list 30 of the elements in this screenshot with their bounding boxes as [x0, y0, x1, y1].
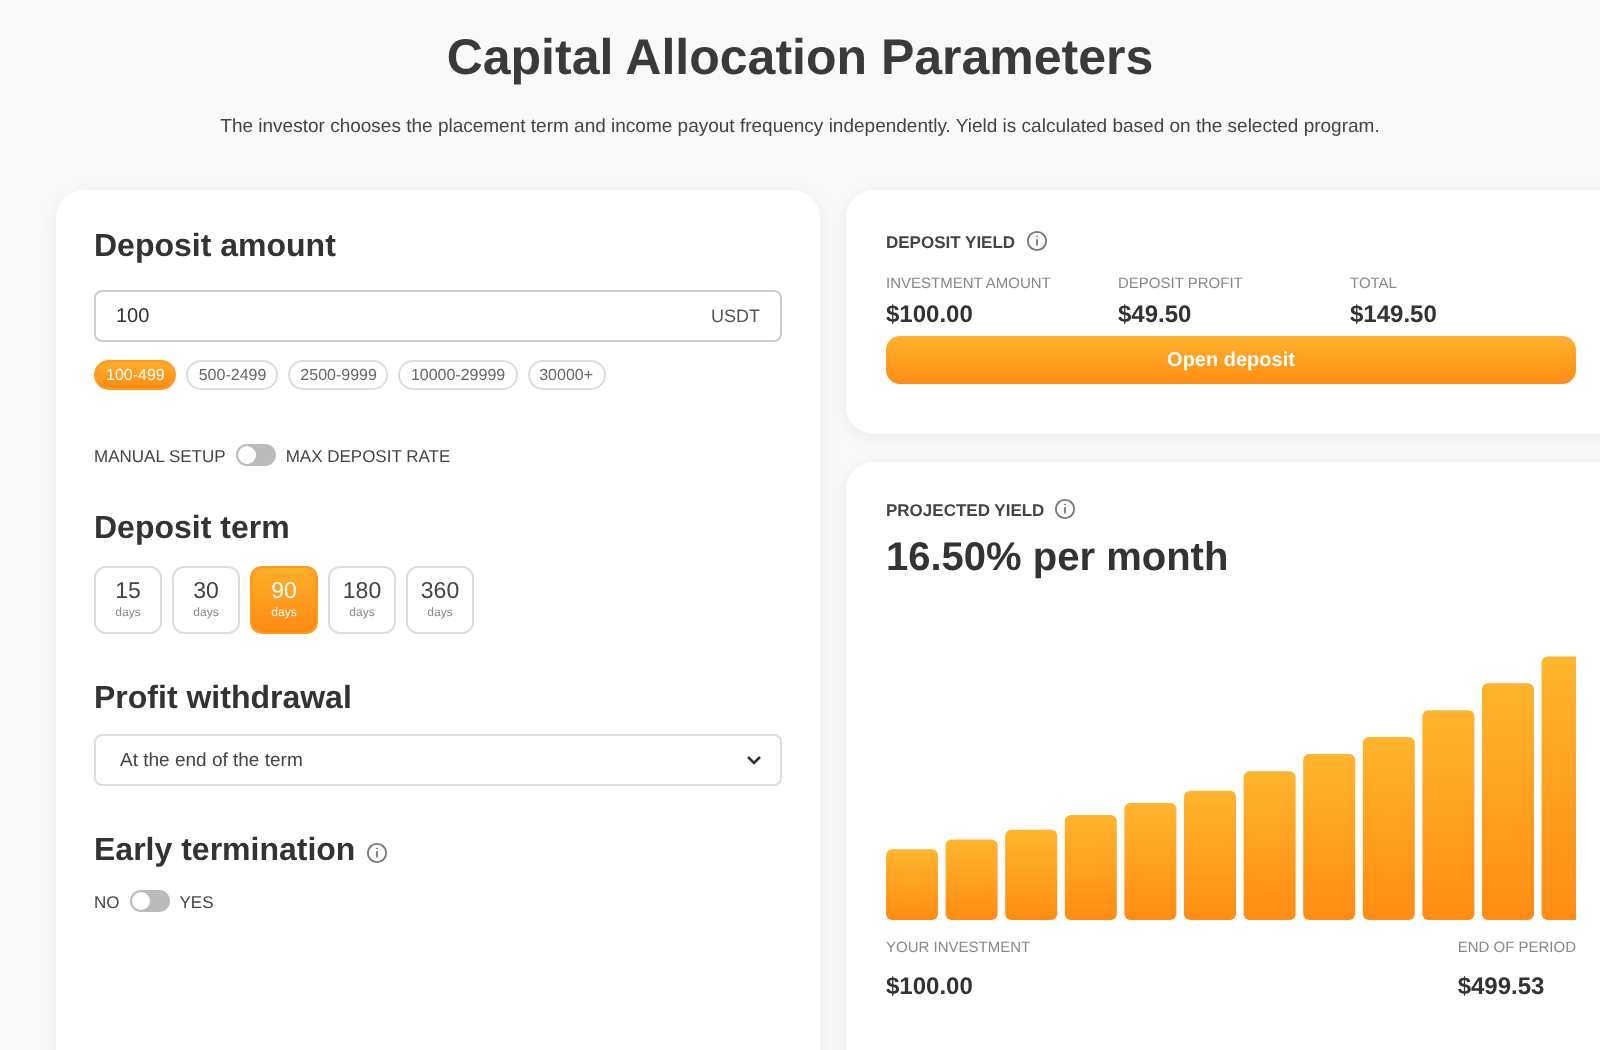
- stat-value: $100.00: [886, 972, 975, 1000]
- amount-field[interactable]: 100 USDT: [94, 290, 782, 342]
- range-chip[interactable]: 2500-9999: [288, 360, 389, 390]
- range-chip[interactable]: 30000+: [527, 360, 606, 390]
- stat-value: $149.50: [1350, 300, 1439, 328]
- chevron-down-icon: [746, 754, 762, 766]
- toggle-label: MANUAL SETUP: [94, 445, 226, 465]
- mode-switch[interactable]: [235, 444, 276, 466]
- stat-value: $100.00: [886, 300, 975, 328]
- range-chip[interactable]: 500-2499: [186, 360, 279, 390]
- stat-value: $499.53: [1457, 972, 1545, 1000]
- page-subtitle: The investor chooses the placement term and income payout frequency independently. Yield is calculated based on the selected program.: [218, 116, 1382, 138]
- section-heading: Profit withdrawal: [94, 682, 354, 718]
- toggle-label: NO: [94, 891, 120, 911]
- page-title: Capital Allocation Parameters: [444, 28, 1156, 88]
- info-icon[interactable]: [365, 841, 388, 863]
- stat-value: $49.50: [1118, 300, 1194, 328]
- toggle-label: MAX DEPOSIT RATE: [285, 445, 451, 465]
- section-heading: Early termination: [94, 834, 356, 870]
- termination-switch[interactable]: [129, 890, 170, 912]
- card-label: PROJECTED YIELD: [886, 499, 1045, 519]
- section-heading: Deposit amount: [94, 230, 338, 266]
- info-icon[interactable]: [1025, 230, 1048, 252]
- range-chip[interactable]: 10000-29999: [398, 360, 518, 390]
- toggle-label: YES: [179, 891, 214, 911]
- info-icon[interactable]: [1054, 498, 1077, 520]
- yield-rate: 16.50% per month: [886, 536, 1231, 582]
- card-label: DEPOSIT YIELD: [886, 231, 1016, 251]
- section-heading: Deposit term: [94, 512, 292, 548]
- withdrawal-select[interactable]: At the end of the term: [94, 734, 782, 786]
